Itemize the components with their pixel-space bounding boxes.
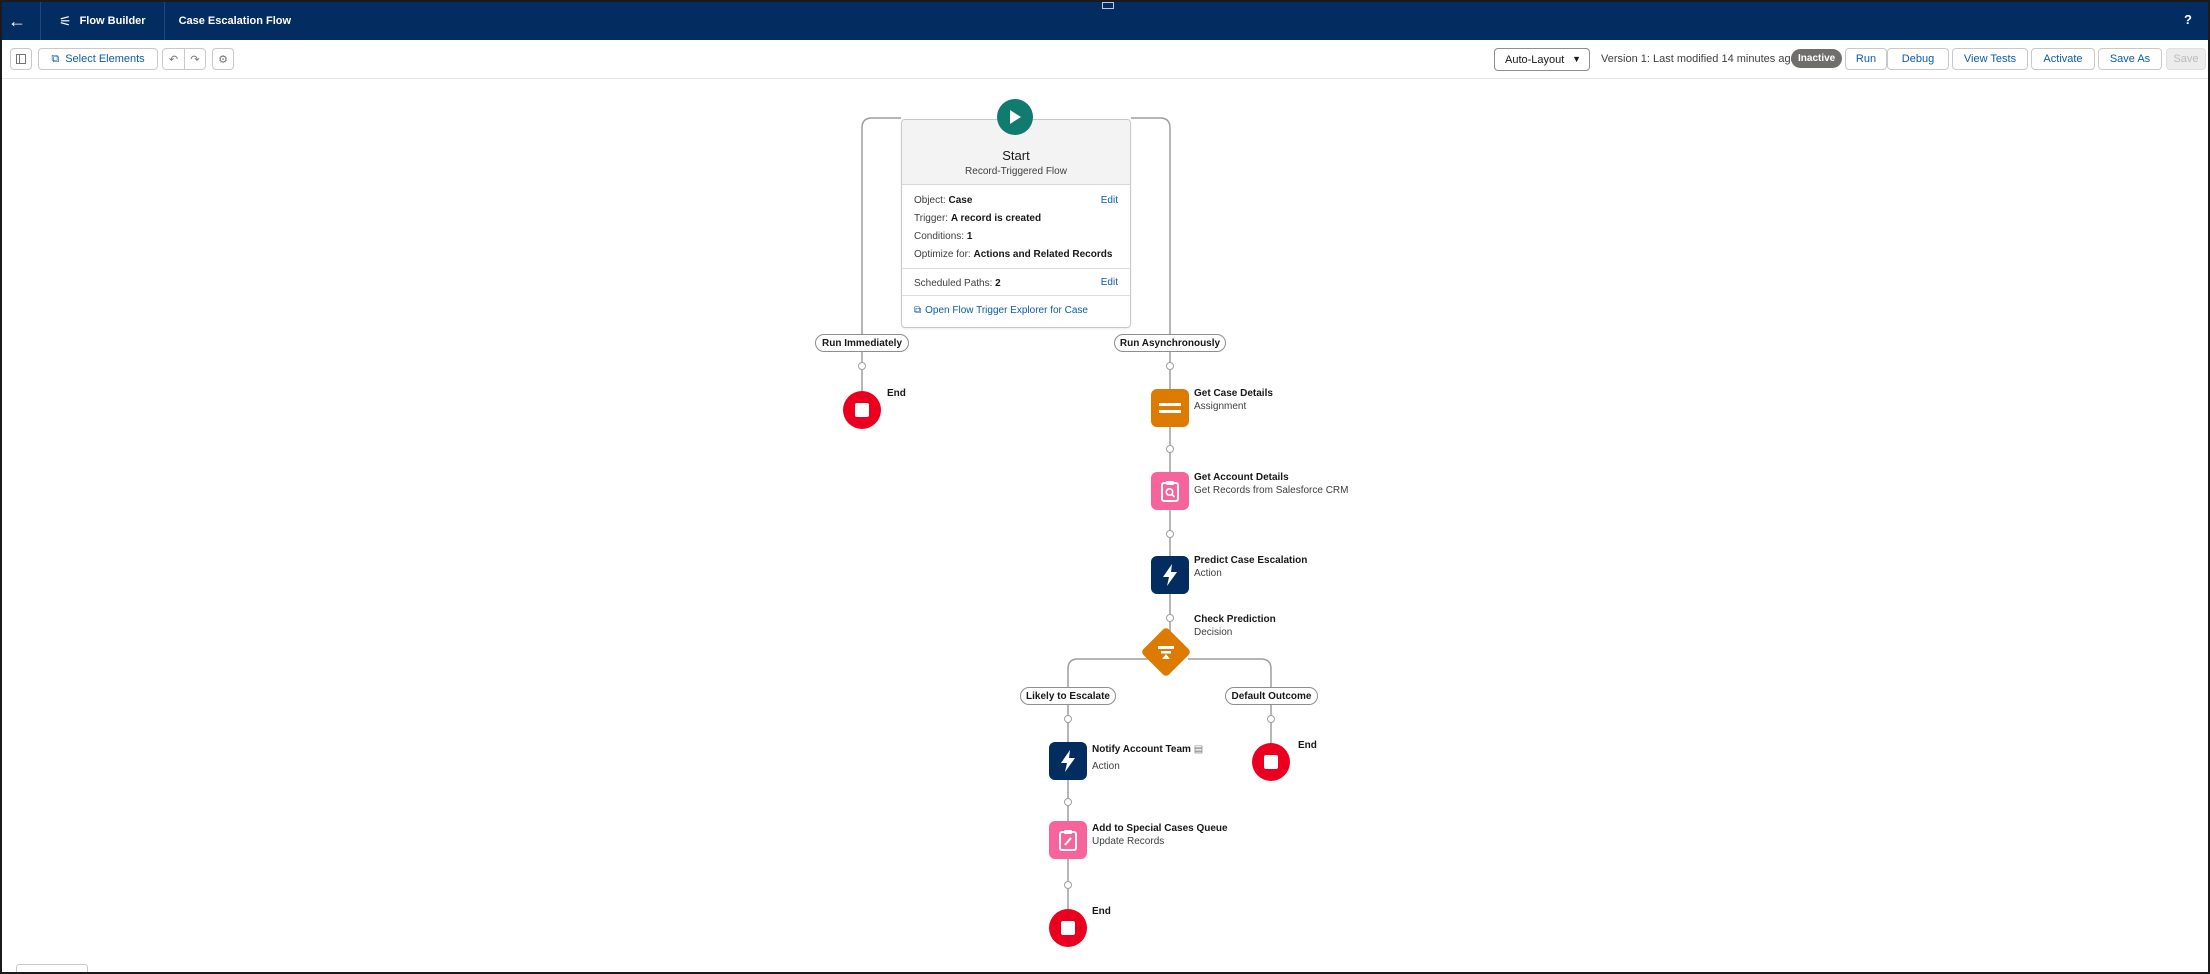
path-run-async[interactable]: Run Asynchronously (1114, 334, 1226, 352)
play-icon (1010, 110, 1021, 124)
zoom-controls[interactable] (16, 964, 88, 972)
undo-icon: ↶ (168, 53, 179, 66)
card-divider (902, 295, 1130, 296)
end-label: End (887, 388, 906, 399)
decision-icon (1153, 639, 1179, 665)
end-element[interactable] (1252, 743, 1290, 781)
lightning-icon (1163, 564, 1177, 586)
object-row: Object: Case (914, 195, 973, 206)
stop-icon (1061, 921, 1075, 935)
start-subtitle: Record-Triggered Flow (965, 166, 1067, 177)
get-records-icon (1161, 481, 1179, 502)
predict-case-escalation-label: Predict Case Escalation Action (1194, 555, 1308, 579)
status-badge: Inactive (1791, 49, 1843, 68)
get-account-details-label: Get Account Details Get Records from Sal… (1194, 472, 1349, 496)
save-as-button[interactable]: Save As (2098, 48, 2162, 70)
header-divider (163, 2, 165, 40)
external-link-icon: ⧉ (914, 305, 922, 316)
outcome-default[interactable]: Default Outcome (1225, 687, 1318, 705)
debug-button[interactable]: Debug (1887, 48, 1949, 70)
optimize-row: Optimize for: Actions and Related Record… (914, 249, 1113, 260)
layout-select[interactable]: Auto-Layout ▼ (1494, 48, 1590, 71)
get-case-details-node[interactable] (1151, 389, 1189, 427)
add-to-queue-node[interactable] (1049, 821, 1087, 859)
header-marker (1102, 2, 1114, 9)
global-header: ← ⚟ Flow Builder Case Escalation Flow ? (2, 2, 2208, 40)
undo-button[interactable]: ↶ (162, 48, 184, 70)
flow-builder-icon: ⚟ (59, 12, 72, 29)
version-text: Version 1: Last modified 14 minutes ago (1601, 53, 1797, 65)
assignment-icon (1159, 403, 1181, 413)
select-elements-icon: ⧉ (51, 52, 60, 65)
redo-button[interactable]: ↷ (184, 48, 206, 70)
start-element-card[interactable]: Start Record-Triggered Flow Object: Case… (901, 119, 1131, 328)
notify-account-team-node[interactable] (1049, 742, 1087, 780)
back-arrow-icon[interactable]: ← (2, 11, 32, 32)
settings-button[interactable]: ⚙ (212, 48, 234, 70)
end-element[interactable] (1049, 909, 1087, 947)
end-label: End (1298, 740, 1317, 751)
trigger-explorer-link[interactable]: ⧉ Open Flow Trigger Explorer for Case (914, 305, 1088, 316)
chevron-down-icon: ▼ (1572, 54, 1581, 64)
path-run-immediately[interactable]: Run Immediately (815, 334, 909, 352)
notify-account-team-label: Notify Account Team ▤ Action (1092, 744, 1204, 772)
outcome-likely-to-escalate[interactable]: Likely to Escalate (1020, 687, 1116, 705)
end-element[interactable] (843, 391, 881, 429)
end-label: End (1092, 906, 1111, 917)
gear-icon: ⚙ (218, 53, 228, 66)
header-divider (40, 2, 41, 40)
select-elements-button[interactable]: ⧉ Select Elements (38, 48, 158, 70)
get-account-details-node[interactable] (1151, 472, 1189, 510)
run-button[interactable]: Run (1845, 48, 1887, 70)
lightning-icon (1061, 750, 1075, 772)
start-play-button[interactable] (997, 99, 1033, 135)
toolbar: ⧉ Select Elements ↶ ↷ ⚙ Auto-Layout ▼ Ve… (2, 40, 2208, 79)
conditions-row: Conditions: 1 (914, 231, 973, 242)
help-icon[interactable]: ? (2184, 12, 2192, 27)
predict-case-escalation-node[interactable] (1151, 556, 1189, 594)
trigger-row: Trigger: A record is created (914, 213, 1042, 224)
activate-button[interactable]: Activate (2031, 48, 2095, 70)
scheduled-paths-row: Scheduled Paths: 2 (914, 278, 1001, 289)
flow-canvas[interactable]: Start Record-Triggered Flow Object: Case… (2, 79, 2208, 972)
app-frame: ← ⚟ Flow Builder Case Escalation Flow ? … (0, 0, 2210, 974)
notes-icon: ▤ (1193, 744, 1204, 755)
update-records-icon (1059, 830, 1077, 851)
edit-object-link[interactable]: Edit (1101, 195, 1118, 206)
edit-scheduled-paths-link[interactable]: Edit (1101, 277, 1118, 288)
redo-icon: ↷ (190, 53, 200, 66)
view-tests-button[interactable]: View Tests (1952, 48, 2028, 70)
stop-icon (855, 403, 869, 417)
check-prediction-label: Check Prediction Decision (1194, 614, 1276, 638)
card-divider (902, 268, 1130, 269)
flow-name[interactable]: Case Escalation Flow (179, 15, 291, 27)
stop-icon (1264, 755, 1278, 769)
save-button[interactable]: Save (2166, 48, 2206, 70)
panel-icon (16, 54, 26, 64)
app-title: Flow Builder (79, 15, 146, 27)
add-to-queue-label: Add to Special Cases Queue Update Record… (1092, 823, 1228, 847)
get-case-details-label: Get Case Details Assignment (1194, 388, 1273, 412)
toggle-panel-button[interactable] (10, 48, 32, 70)
